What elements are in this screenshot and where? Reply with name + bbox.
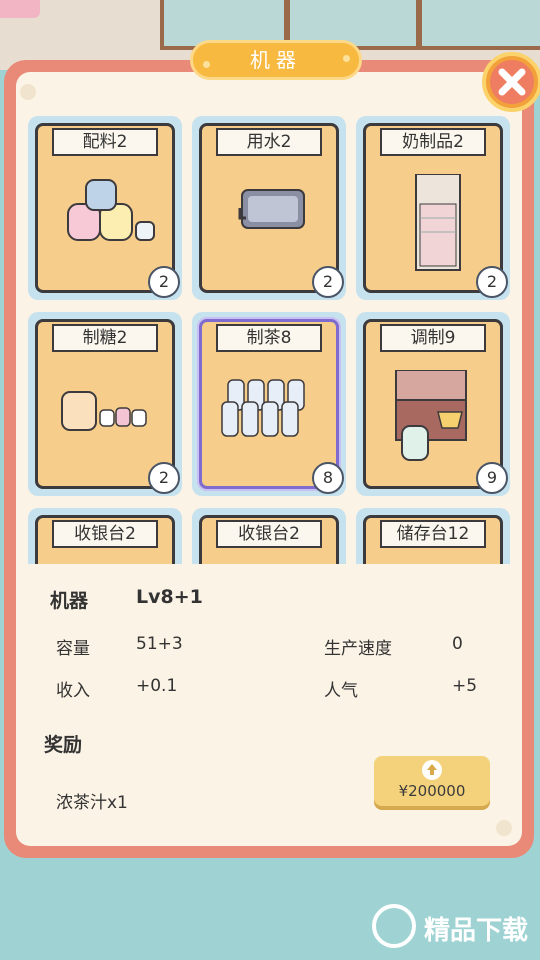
machine-label: 机器 [50, 590, 89, 612]
machine-card[interactable]: 奶制品2 2 [356, 116, 510, 300]
income-value: +0.1 [136, 676, 178, 696]
watermark-text: 精品下载 [424, 916, 529, 946]
machine-name: 制茶8 [216, 324, 322, 352]
machine-card[interactable]: 用水2 2 [192, 116, 346, 300]
machine-card[interactable]: 收银台2 [192, 508, 346, 564]
close-icon [498, 68, 526, 96]
machine-card[interactable]: 制糖2 2 [28, 312, 182, 496]
background-decor [0, 0, 40, 18]
machine-count-badge: 2 [148, 462, 180, 494]
machine-name: 配料2 [52, 128, 158, 156]
machine-count-badge: 2 [312, 266, 344, 298]
sugar-dispenser-icon [54, 370, 164, 454]
machine-name: 调制9 [380, 324, 486, 352]
panel-title-text: 机器 [250, 48, 302, 72]
machine-card-frame: 制茶8 [199, 319, 339, 489]
machine-details: 机器 Lv8+1 容量 51+3 生产速度 0 收入 +0.1 人气 +5 奖励… [16, 564, 522, 846]
upgrade-arrow-icon [422, 760, 442, 780]
capacity-label: 容量 [56, 639, 90, 659]
machine-name: 制糖2 [52, 324, 158, 352]
machine-level: Lv8+1 [136, 586, 203, 608]
corner-decor [496, 820, 512, 836]
machine-card[interactable]: 制茶8 8 [192, 312, 346, 496]
machine-name: 收银台2 [216, 520, 322, 548]
watermark-logo: 精品下载 [372, 902, 540, 958]
machine-card[interactable]: 调制9 9 [356, 312, 510, 496]
machine-name: 用水2 [216, 128, 322, 156]
reward-item: 浓茶汁x1 [56, 793, 128, 813]
upgrade-button[interactable]: ¥200000 [374, 756, 490, 806]
speed-value: 0 [452, 634, 463, 654]
machine-card[interactable]: 储存台12 [356, 508, 510, 564]
machine-count-badge: 9 [476, 462, 508, 494]
machine-card-frame: 收银台2 [199, 515, 339, 564]
popularity-label: 人气 [324, 681, 358, 701]
machine-name: 奶制品2 [380, 128, 486, 156]
watermark-p-icon [372, 904, 416, 948]
machine-card-frame: 储存台12 [363, 515, 503, 564]
fridge-icon [382, 173, 492, 278]
machine-name: 收银台2 [52, 520, 158, 548]
machine-name: 储存台12 [380, 520, 486, 548]
ingredient-jars-icon [54, 174, 164, 258]
popularity-value: +5 [452, 676, 478, 696]
background-window [418, 0, 540, 50]
machine-card[interactable]: 收银台2 [28, 508, 182, 564]
tea-bottles-icon [218, 370, 328, 454]
machine-count-badge: 8 [312, 462, 344, 494]
panel-title: 机器 [190, 40, 362, 80]
panel-content: 配料2 2 用水2 2 奶制品2 2 制糖2 2 制茶8 8 调制9 9 收银台2 收银台2 储存台12 机… [16, 72, 522, 846]
machine-card[interactable]: 配料2 2 [28, 116, 182, 300]
speed-label: 生产速度 [324, 639, 392, 659]
machine-card-frame: 奶制品2 [363, 123, 503, 293]
title-decor [343, 55, 350, 62]
income-label: 收入 [56, 681, 90, 701]
reward-label: 奖励 [44, 734, 83, 756]
water-sink-icon [218, 174, 328, 258]
machine-panel: 配料2 2 用水2 2 奶制品2 2 制糖2 2 制茶8 8 调制9 9 收银台2 收银台2 储存台12 机… [4, 60, 534, 858]
corner-decor [20, 84, 36, 100]
machine-count-badge: 2 [476, 266, 508, 298]
machine-card-frame: 调制9 [363, 319, 503, 489]
machine-card-frame: 配料2 [35, 123, 175, 293]
title-decor [203, 61, 210, 68]
machine-grid[interactable]: 配料2 2 用水2 2 奶制品2 2 制糖2 2 制茶8 8 调制9 9 收银台2 收银台2 储存台12 [24, 116, 514, 564]
mixing-station-icon [382, 369, 492, 474]
close-button[interactable] [482, 52, 540, 112]
upgrade-price: ¥200000 [398, 782, 466, 800]
machine-card-frame: 用水2 [199, 123, 339, 293]
machine-card-frame: 制糖2 [35, 319, 175, 489]
machine-card-frame: 收银台2 [35, 515, 175, 564]
capacity-value: 51+3 [136, 634, 183, 654]
machine-count-badge: 2 [148, 266, 180, 298]
